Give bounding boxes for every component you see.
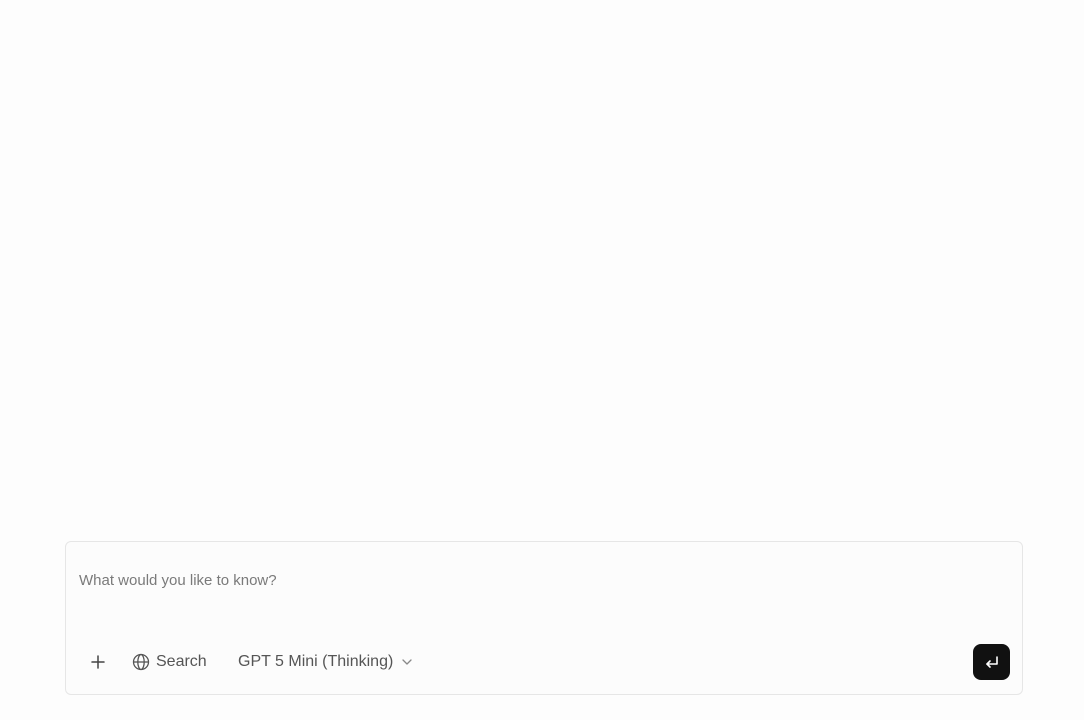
- enter-return-icon: [983, 653, 1001, 671]
- search-label: Search: [156, 653, 207, 670]
- composer-toolbar: Search GPT 5 Mini (Thinking): [66, 642, 1022, 682]
- model-label: GPT 5 Mini (Thinking): [238, 653, 394, 670]
- attach-button[interactable]: [86, 650, 110, 674]
- model-selector[interactable]: GPT 5 Mini (Thinking): [236, 648, 415, 676]
- conversation-area: [0, 0, 1084, 540]
- chat-composer: Search GPT 5 Mini (Thinking): [65, 541, 1023, 695]
- globe-icon: [132, 653, 150, 671]
- plus-icon: [91, 655, 105, 669]
- search-button[interactable]: Search: [130, 648, 209, 676]
- chat-page: Search GPT 5 Mini (Thinking): [0, 0, 1084, 720]
- chevron-down-icon: [401, 656, 413, 668]
- prompt-input[interactable]: [79, 572, 979, 602]
- send-button[interactable]: [973, 644, 1010, 680]
